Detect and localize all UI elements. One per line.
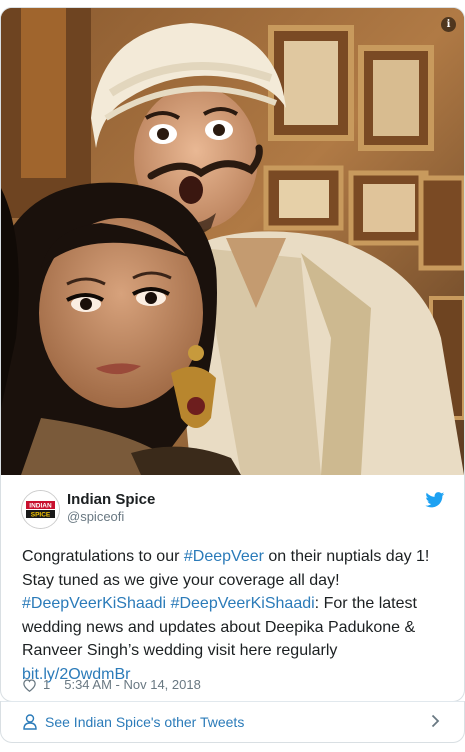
see-more-footer[interactable]: See Indian Spice's other Tweets — [0, 701, 465, 743]
twitter-bird-icon[interactable] — [425, 492, 445, 508]
info-icon[interactable]: i — [441, 17, 456, 32]
person-icon — [23, 714, 37, 730]
tweet-header: INDIAN SPICE Indian Spice @spiceofi — [21, 488, 451, 530]
embedded-tweet-card: i INDIAN SPICE Indian Spice @spiceofi Co… — [0, 7, 465, 702]
chevron-right-icon[interactable] — [431, 714, 440, 728]
tweet-text: Congratulations to our #DeepVeer on thei… — [22, 545, 447, 686]
tweet-photo[interactable]: i — [1, 8, 464, 475]
author-handle[interactable]: @spiceofi — [67, 509, 124, 524]
svg-text:INDIAN: INDIAN — [29, 503, 52, 510]
like-count[interactable]: 1 — [43, 677, 50, 692]
heart-icon[interactable] — [22, 678, 37, 692]
tweet-timestamp[interactable]: 5:34 AM - Nov 14, 2018 — [64, 677, 201, 692]
see-other-tweets-link[interactable]: See Indian Spice's other Tweets — [45, 714, 244, 730]
couple-photo-illustration — [1, 8, 464, 475]
svg-text:SPICE: SPICE — [31, 512, 51, 519]
indian-spice-logo: INDIAN SPICE — [22, 491, 59, 528]
author-name[interactable]: Indian Spice — [67, 491, 155, 508]
hashtag-link[interactable]: #DeepVeerKiShaadi — [171, 595, 315, 612]
tweet-meta: 1 5:34 AM - Nov 14, 2018 — [22, 677, 201, 692]
hashtag-link[interactable]: #DeepVeer — [184, 548, 264, 565]
tweet-text-segment: Congratulations to our — [22, 548, 184, 565]
hashtag-link[interactable]: #DeepVeerKiShaadi — [22, 595, 166, 612]
author-avatar[interactable]: INDIAN SPICE — [21, 490, 60, 529]
